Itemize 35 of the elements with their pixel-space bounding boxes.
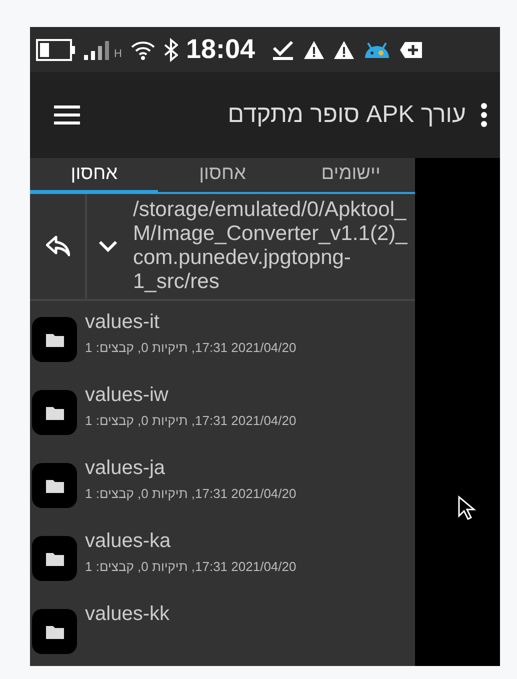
battery-plus-icon bbox=[399, 40, 424, 58]
signal-icon bbox=[84, 40, 112, 60]
wifi-icon bbox=[130, 38, 156, 60]
clock-time: 18:04 bbox=[186, 34, 256, 65]
android-icon bbox=[363, 40, 392, 58]
folder-icon[interactable] bbox=[32, 536, 77, 581]
reply-arrow-icon[interactable] bbox=[46, 235, 70, 258]
bluetooth-icon bbox=[164, 38, 178, 62]
menu-icon[interactable] bbox=[54, 105, 80, 125]
download-done-icon bbox=[271, 38, 296, 60]
folder-details: 2021/04/20 17:31, תיקיות 0, קבצים: 1 bbox=[85, 340, 296, 355]
folder-details: 2021/04/20 17:31, תיקיות 0, קבצים: 1 bbox=[85, 559, 296, 574]
tab[interactable]: אחסון bbox=[30, 158, 158, 194]
folder-name[interactable]: values-ja bbox=[85, 457, 296, 480]
app-title: עורך APK סופר מתקדם bbox=[226, 101, 466, 129]
warning-icon bbox=[333, 40, 356, 60]
warning-icon bbox=[303, 40, 326, 60]
folder-icon[interactable] bbox=[32, 317, 77, 362]
battery-icon bbox=[36, 38, 76, 60]
tab[interactable]: אחסון bbox=[158, 158, 287, 194]
folder-icon[interactable] bbox=[32, 390, 77, 435]
folder-path: /storage/emulated/0/Apktool_M/Image_Converter_v1.1(2)_com.punedev.jpgtopng-1_src/res bbox=[132, 196, 408, 295]
folder-name[interactable]: values-iw bbox=[85, 384, 296, 407]
folder-name[interactable]: values-ka bbox=[85, 530, 296, 553]
folder-name[interactable]: values-kk bbox=[85, 603, 170, 626]
tab[interactable]: יישומים bbox=[286, 158, 415, 194]
folder-details: 2021/04/20 17:31, תיקיות 0, קבצים: 1 bbox=[85, 486, 296, 501]
folder-icon[interactable] bbox=[32, 609, 77, 654]
folder-details: 2021/04/20 17:31, תיקיות 0, קבצים: 1 bbox=[85, 413, 296, 428]
mouse-pointer-icon bbox=[457, 495, 477, 521]
folder-name[interactable]: values-it bbox=[85, 311, 296, 334]
folder-icon[interactable] bbox=[32, 463, 77, 508]
more-options-icon[interactable] bbox=[480, 102, 488, 128]
network-type: H bbox=[114, 48, 122, 60]
chevron-down-icon[interactable] bbox=[98, 240, 118, 252]
